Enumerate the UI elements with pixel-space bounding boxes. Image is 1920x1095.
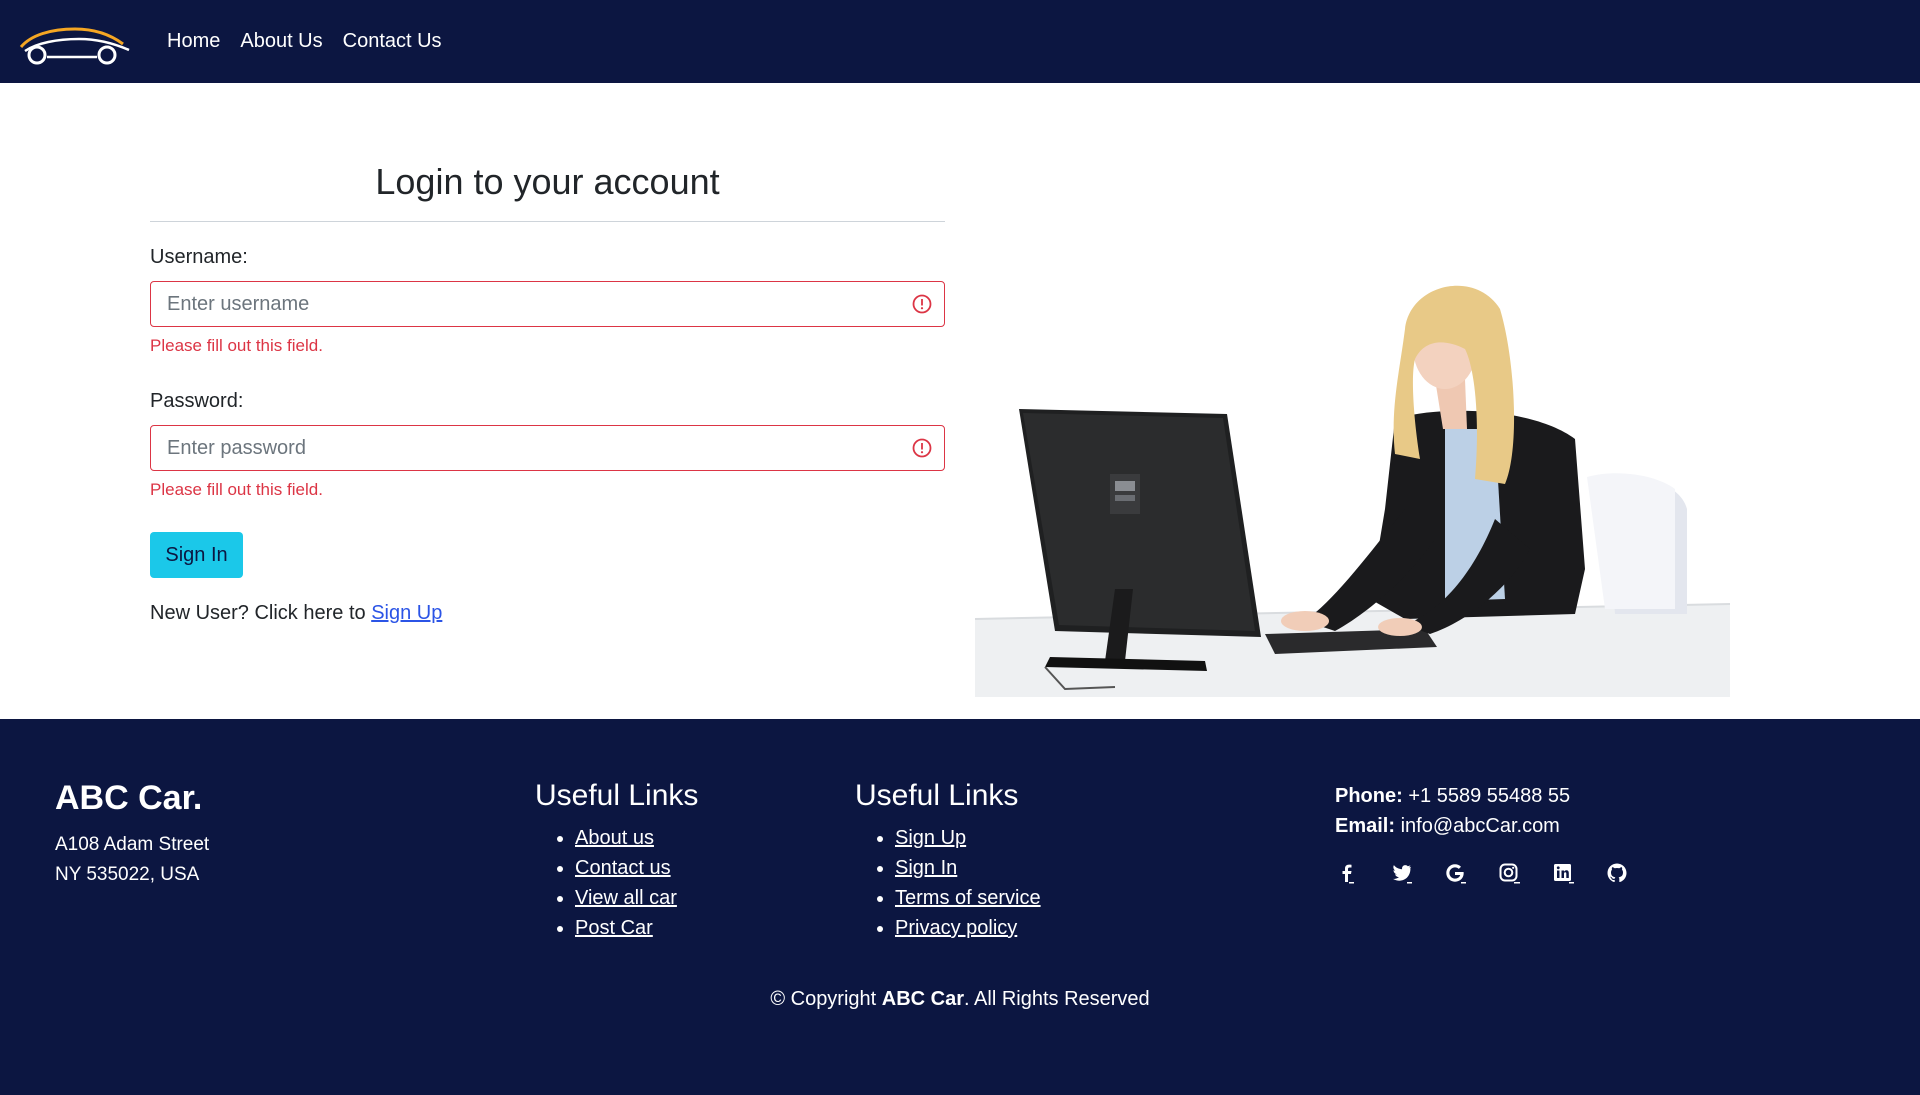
useful-links-list-2: Sign Up Sign In Terms of service Privacy…: [855, 823, 1041, 943]
list-item: About us: [575, 823, 698, 853]
phone-line: Phone: +1 5589 55488 55: [1335, 781, 1570, 811]
list-item: Terms of service: [895, 883, 1041, 913]
email-value: info@abcCar.com: [1395, 815, 1560, 837]
nav-contact-us[interactable]: Contact Us: [343, 30, 442, 53]
new-user-text: New User? Click here to: [150, 602, 372, 624]
facebook-icon[interactable]: [1335, 861, 1359, 885]
list-item: View all car: [575, 883, 698, 913]
footer-link-sign-up[interactable]: Sign Up: [895, 827, 966, 849]
footer-link-post-car[interactable]: Post Car: [575, 917, 653, 939]
nav-about-us[interactable]: About Us: [240, 30, 322, 53]
twitter-icon[interactable]: [1389, 861, 1413, 885]
woman-at-computer-image: [975, 285, 1730, 697]
sign-in-button[interactable]: Sign In: [150, 532, 243, 578]
linkedin-icon[interactable]: [1551, 861, 1575, 885]
useful-links-column-2: Useful Links Sign Up Sign In Terms of se…: [855, 779, 1041, 943]
phone-value: +1 5589 55488 55: [1402, 785, 1571, 807]
list-item: Post Car: [575, 913, 698, 943]
footer-brand: ABC Car. A108 Adam Street NY 535022, USA: [55, 779, 209, 890]
list-item: Sign In: [895, 853, 1041, 883]
footer-link-privacy[interactable]: Privacy policy: [895, 917, 1017, 939]
error-icon: [912, 438, 932, 458]
useful-links-list-1: About us Contact us View all car Post Ca…: [535, 823, 698, 943]
phone-label: Phone:: [1335, 785, 1403, 807]
username-input[interactable]: [151, 292, 944, 316]
footer-contact: Phone: +1 5589 55488 55 Email: info@abcC…: [1335, 781, 1570, 841]
sign-up-link[interactable]: Sign Up: [371, 602, 442, 624]
list-item: Contact us: [575, 853, 698, 883]
login-form: Login to your account Username: Please f…: [150, 161, 945, 625]
footer-link-view-all-car[interactable]: View all car: [575, 887, 677, 909]
new-user-prompt: New User? Click here to Sign Up: [150, 602, 945, 625]
footer-link-contact-us[interactable]: Contact us: [575, 857, 671, 879]
email-label: Email:: [1335, 815, 1396, 837]
useful-links-title-2: Useful Links: [855, 779, 1019, 812]
useful-links-column-1: Useful Links About us Contact us View al…: [535, 779, 698, 943]
error-icon: [912, 294, 932, 314]
google-icon[interactable]: [1443, 861, 1467, 885]
navbar: Home About Us Contact Us: [0, 0, 1920, 83]
username-field-wrapper: [150, 281, 945, 327]
car-logo-icon[interactable]: [17, 17, 135, 67]
email-line: Email: info@abcCar.com: [1335, 811, 1570, 841]
github-icon[interactable]: [1605, 861, 1629, 885]
main-content: Login to your account Username: Please f…: [0, 83, 1920, 719]
footer-link-terms[interactable]: Terms of service: [895, 887, 1041, 909]
username-label: Username:: [150, 246, 248, 268]
instagram-icon[interactable]: [1497, 861, 1521, 885]
password-field-wrapper: [150, 425, 945, 471]
address-line-2: NY 535022, USA: [55, 864, 200, 885]
password-error: Please fill out this field.: [150, 480, 323, 499]
social-links: [1335, 861, 1629, 885]
footer-address: A108 Adam Street NY 535022, USA: [55, 830, 209, 890]
password-input[interactable]: [151, 436, 944, 460]
nav-home[interactable]: Home: [167, 30, 220, 53]
copyright: © Copyright ABC Car. All Rights Reserved: [0, 988, 1920, 1011]
username-error: Please fill out this field.: [150, 336, 323, 355]
copyright-brand: ABC Car: [881, 988, 965, 1010]
footer-link-sign-in[interactable]: Sign In: [895, 857, 957, 879]
footer-link-about-us[interactable]: About us: [575, 827, 654, 849]
footer: ABC Car. A108 Adam Street NY 535022, USA…: [0, 719, 1920, 1095]
copyright-prefix: © Copyright: [770, 988, 882, 1010]
login-title: Login to your account: [150, 161, 945, 222]
password-label: Password:: [150, 390, 244, 412]
footer-brand-name: ABC Car.: [55, 779, 203, 817]
list-item: Privacy policy: [895, 913, 1041, 943]
list-item: Sign Up: [895, 823, 1041, 853]
address-line-1: A108 Adam Street: [55, 834, 210, 855]
copyright-suffix: . All Rights Reserved: [964, 988, 1150, 1010]
useful-links-title-1: Useful Links: [535, 779, 699, 812]
